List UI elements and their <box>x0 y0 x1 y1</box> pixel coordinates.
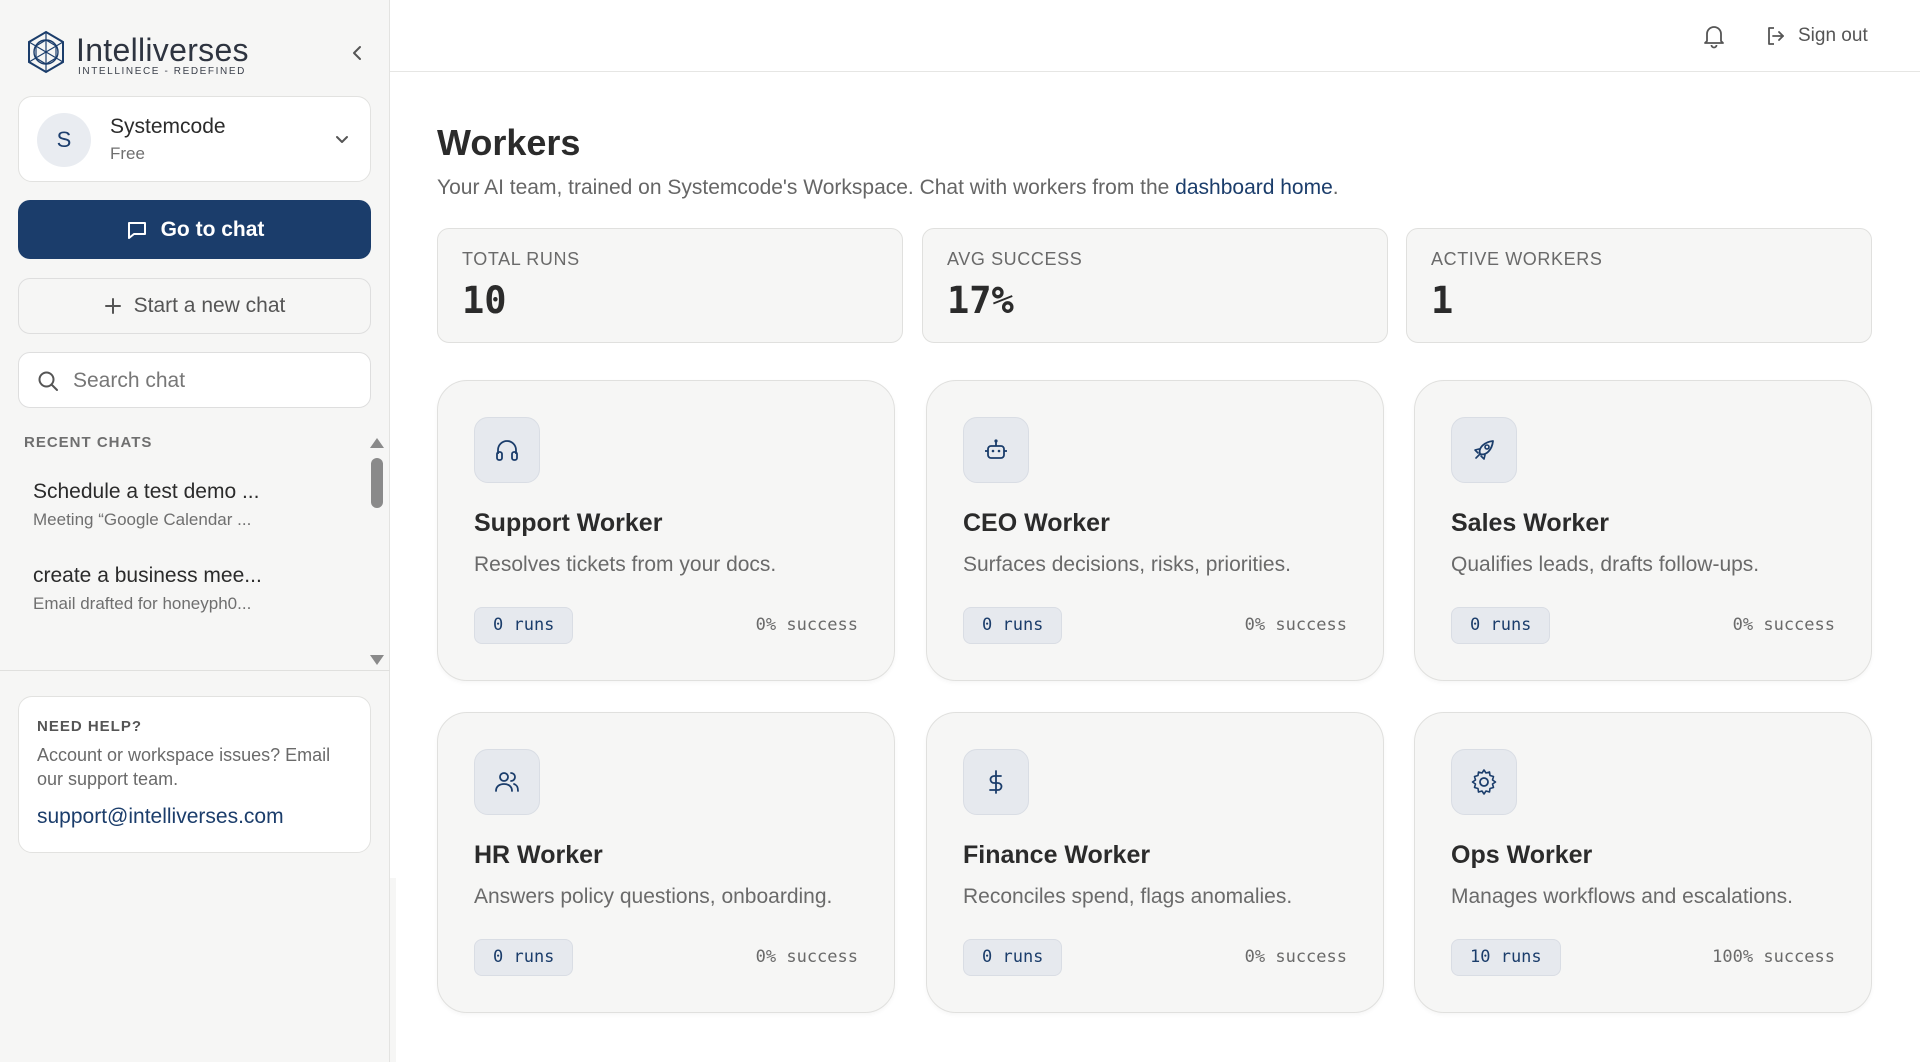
worker-description: Reconciles spend, flags anomalies. <box>963 885 1293 908</box>
recent-chat-title: Schedule a test demo ... <box>33 480 260 503</box>
brand-name: Intelliverses <box>76 32 249 68</box>
scroll-up-arrow[interactable] <box>370 438 384 448</box>
plus-icon <box>104 298 121 314</box>
success-rate: 0% success <box>755 615 858 635</box>
recent-chat-subtitle: Email drafted for honeyph0... <box>33 594 252 613</box>
worker-name: Support Worker <box>474 509 663 537</box>
new-chat-button[interactable]: Start a new chat <box>18 278 371 334</box>
stat-value: 10 <box>462 279 507 322</box>
help-text: Account or workspace issues? Email our s… <box>37 745 331 789</box>
success-rate: 0% success <box>1244 947 1347 967</box>
worker-name: Ops Worker <box>1451 841 1593 869</box>
stat-value: 1 <box>1431 279 1454 322</box>
sidebar: Intelliverses INTELLINECE - REDEFINED S … <box>0 0 390 1062</box>
sign-out-button[interactable]: Sign out <box>1764 22 1868 50</box>
runs-badge: 0 runs <box>474 939 574 976</box>
success-rate: 0% success <box>1244 615 1347 635</box>
chat-icon <box>127 221 146 239</box>
recent-chat-title: create a business mee... <box>33 564 262 587</box>
logo-icon <box>28 30 64 74</box>
page-subtitle-suffix: . <box>1332 176 1339 199</box>
recent-chat-item[interactable]: create a business mee... Email drafted f… <box>33 564 363 614</box>
brand-tagline: INTELLINECE - REDEFINED <box>78 66 246 77</box>
recent-chat-item[interactable]: Schedule a test demo ... Meeting “Google… <box>33 480 363 530</box>
worker-card-ops[interactable]: Ops Worker Manages workflows and escalat… <box>1414 712 1872 1013</box>
worker-name: CEO Worker <box>963 509 1110 537</box>
worker-description: Resolves tickets from your docs. <box>474 553 777 576</box>
topbar <box>390 0 1920 72</box>
worker-description: Manages workflows and escalations. <box>1451 885 1794 908</box>
logout-icon <box>1768 27 1784 45</box>
worker-name: Finance Worker <box>963 841 1151 869</box>
worker-card-ceo[interactable]: CEO Worker Surfaces decisions, risks, pr… <box>926 380 1384 681</box>
runs-badge: 0 runs <box>963 607 1063 644</box>
runs-badge: 0 runs <box>963 939 1063 976</box>
workspace-switcher[interactable]: S Systemcode Free <box>18 96 371 182</box>
brand-logo[interactable]: Intelliverses INTELLINECE - REDEFINED <box>24 28 370 77</box>
stat-label: TOTAL RUNS <box>462 249 580 269</box>
support-email-link[interactable]: support@intelliverses.com <box>37 805 284 829</box>
help-card: NEED HELP? Account or workspace issues? … <box>18 696 371 853</box>
help-title: NEED HELP? <box>37 718 143 735</box>
rocket-icon <box>1451 417 1517 483</box>
dollar-icon <box>963 749 1029 815</box>
recent-chat-subtitle: Meeting “Google Calendar ... <box>33 510 252 529</box>
runs-badge: 10 runs <box>1451 939 1561 976</box>
worker-card-hr[interactable]: HR Worker Answers policy questions, onbo… <box>437 712 895 1013</box>
page-subtitle: Your AI team, trained on Systemcode's Wo… <box>437 176 1339 200</box>
worker-name: Sales Worker <box>1451 509 1609 537</box>
success-rate: 0% success <box>755 947 858 967</box>
headphones-icon <box>474 417 540 483</box>
stat-label: AVG SUCCESS <box>947 249 1083 269</box>
go-to-chat-button[interactable]: Go to chat <box>18 200 371 259</box>
search-icon <box>38 371 58 391</box>
worker-description: Surfaces decisions, risks, priorities. <box>963 553 1291 576</box>
scrollbar-thumb[interactable] <box>371 458 383 508</box>
stat-active-workers: ACTIVE WORKERS 1 <box>1406 228 1872 343</box>
go-to-chat-label: Go to chat <box>160 217 265 241</box>
success-rate: 0% success <box>1732 615 1835 635</box>
worker-card-support[interactable]: Support Worker Resolves tickets from you… <box>437 380 895 681</box>
stat-label: ACTIVE WORKERS <box>1431 249 1603 269</box>
worker-card-finance[interactable]: Finance Worker Reconciles spend, flags a… <box>926 712 1384 1013</box>
worker-description: Qualifies leads, drafts follow-ups. <box>1451 553 1760 576</box>
workspace-plan: Free <box>110 144 145 163</box>
page-title: Workers <box>437 122 581 163</box>
stat-total-runs: TOTAL RUNS 10 <box>437 228 903 343</box>
recent-chats-heading: RECENT CHATS <box>24 434 153 451</box>
worker-description: Answers policy questions, onboarding. <box>474 885 833 908</box>
stat-avg-success: AVG SUCCESS 17% <box>922 228 1388 343</box>
dashboard-home-link[interactable]: dashboard home <box>1175 176 1333 199</box>
workspace-name: Systemcode <box>110 115 226 138</box>
divider <box>0 670 390 671</box>
bell-icon[interactable] <box>1700 22 1728 50</box>
new-chat-label: Start a new chat <box>133 294 286 317</box>
sign-out-label: Sign out <box>1798 25 1868 46</box>
worker-name: HR Worker <box>474 841 603 869</box>
search-chat-input[interactable] <box>73 363 353 399</box>
scroll-down-arrow[interactable] <box>370 655 384 665</box>
runs-badge: 0 runs <box>474 607 574 644</box>
workspace-avatar: S <box>37 113 91 167</box>
runs-badge: 0 runs <box>1451 607 1551 644</box>
gear-icon <box>1451 749 1517 815</box>
robot-icon <box>963 417 1029 483</box>
success-rate: 100% success <box>1712 947 1835 967</box>
sidebar-edge <box>390 878 396 1062</box>
page-subtitle-text: Your AI team, trained on Systemcode's Wo… <box>437 176 1176 199</box>
stat-value: 17% <box>947 279 1014 322</box>
search-chat-box[interactable] <box>18 352 371 408</box>
worker-card-sales[interactable]: Sales Worker Qualifies leads, drafts fol… <box>1414 380 1872 681</box>
chevron-down-icon <box>336 136 348 143</box>
users-icon <box>474 749 540 815</box>
collapse-sidebar-icon[interactable] <box>344 40 370 66</box>
